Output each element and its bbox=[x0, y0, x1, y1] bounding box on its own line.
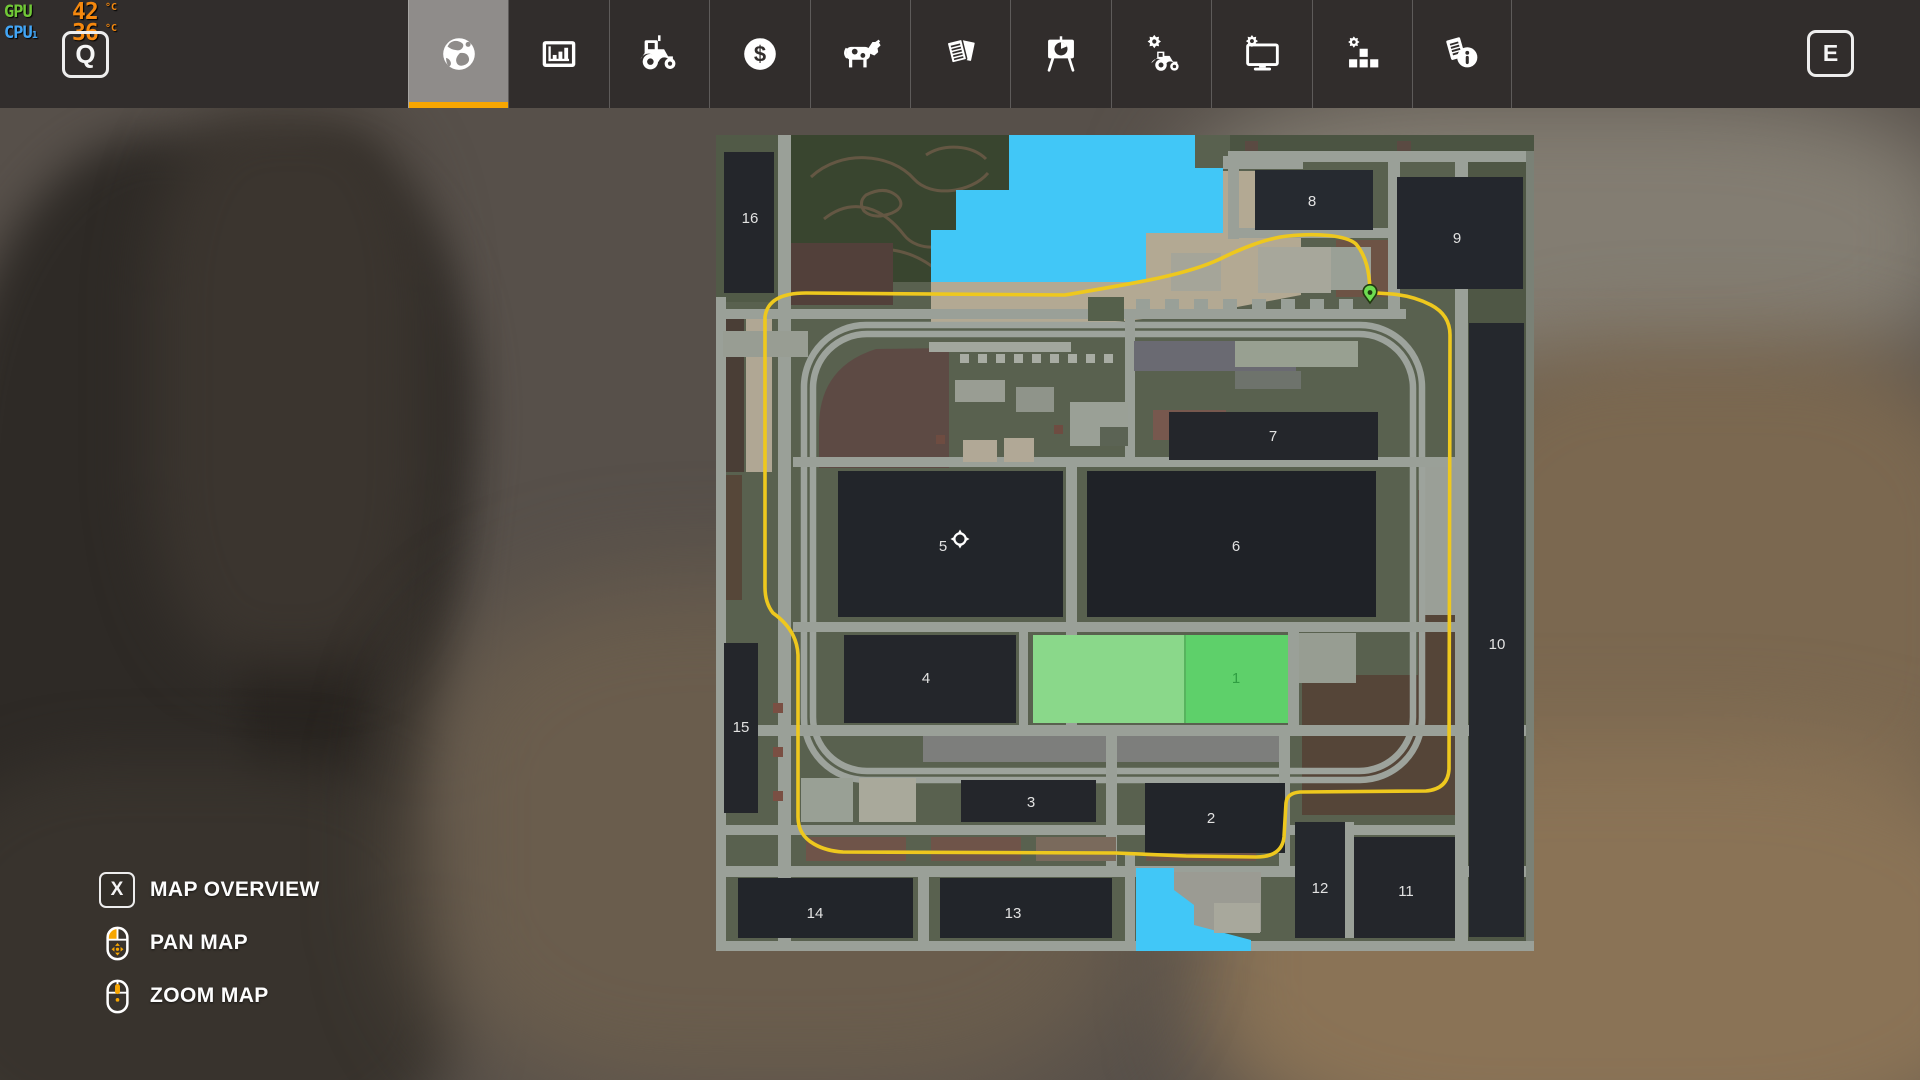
bottom-pond-area bbox=[1136, 868, 1261, 951]
legend-pan-map: PAN MAP bbox=[99, 925, 320, 961]
field-number-1: 1 bbox=[1232, 670, 1240, 687]
gpu-label: GPU bbox=[4, 2, 32, 22]
field-13[interactable] bbox=[940, 878, 1112, 938]
easel-statistics-icon bbox=[1038, 31, 1084, 77]
tab-map[interactable] bbox=[408, 0, 508, 108]
field-number-13: 13 bbox=[1005, 905, 1022, 922]
bar-chart-icon bbox=[536, 31, 582, 77]
active-tab-underline bbox=[409, 102, 508, 108]
menu-tabs bbox=[408, 0, 1512, 108]
tab-contracts[interactable] bbox=[910, 0, 1010, 108]
cpu-label-sub: 1 bbox=[32, 30, 38, 41]
tab-help[interactable] bbox=[1412, 0, 1512, 108]
tab-animals[interactable] bbox=[810, 0, 910, 108]
field-number-9: 9 bbox=[1453, 230, 1461, 247]
field-number-5: 5 bbox=[939, 538, 947, 555]
tab-finances[interactable] bbox=[709, 0, 809, 108]
field-10[interactable] bbox=[1469, 323, 1524, 937]
field-number-6: 6 bbox=[1232, 538, 1240, 555]
document-info-help-icon bbox=[1439, 31, 1485, 77]
controls-legend: X MAP OVERVIEW PAN MAP ZOOM M bbox=[99, 872, 320, 1031]
mouse-zoom-icon bbox=[106, 979, 129, 1014]
field-number-3: 3 bbox=[1027, 794, 1035, 811]
key-hint-x: X bbox=[99, 872, 135, 908]
top-menu-bar: GPU 42 °C CPU1 36 °C Q E bbox=[0, 0, 1920, 108]
tab-production[interactable] bbox=[1010, 0, 1110, 108]
legend-label-map-overview: MAP OVERVIEW bbox=[150, 878, 320, 902]
legend-label-pan-map: PAN MAP bbox=[150, 931, 248, 955]
tab-game-settings[interactable] bbox=[1211, 0, 1311, 108]
field-number-2: 2 bbox=[1207, 810, 1215, 827]
legend-zoom-map: ZOOM MAP bbox=[99, 978, 320, 1014]
globe-map-icon bbox=[436, 31, 482, 77]
field-number-7: 7 bbox=[1269, 428, 1277, 445]
field-number-8: 8 bbox=[1308, 193, 1316, 210]
tab-general-settings[interactable] bbox=[1312, 0, 1412, 108]
cpu-temp-unit: °C bbox=[105, 23, 117, 34]
tab-garage[interactable] bbox=[1111, 0, 1211, 108]
dollar-finances-icon bbox=[737, 31, 783, 77]
tab-vehicles[interactable] bbox=[609, 0, 709, 108]
gpu-temp-unit: °C bbox=[105, 2, 117, 13]
contracts-papers-icon bbox=[938, 31, 984, 77]
monitor-settings-icon bbox=[1239, 31, 1285, 77]
key-hint-e: E bbox=[1807, 30, 1854, 77]
field-grass bbox=[1033, 635, 1185, 723]
field-14[interactable] bbox=[738, 878, 913, 938]
legend-label-zoom-map: ZOOM MAP bbox=[150, 984, 269, 1008]
field-number-10: 10 bbox=[1489, 636, 1506, 653]
legend-map-overview: X MAP OVERVIEW bbox=[99, 872, 320, 908]
tractor-icon bbox=[636, 31, 682, 77]
cow-animals-icon bbox=[837, 31, 883, 77]
key-hint-q: Q bbox=[62, 31, 109, 78]
field-number-16: 16 bbox=[742, 210, 759, 227]
map-overview-panel[interactable]: 16897105615413212111413 bbox=[716, 135, 1534, 951]
cpu-label: CPU bbox=[4, 23, 32, 43]
field-number-11: 11 bbox=[1398, 883, 1414, 900]
field-number-14: 14 bbox=[807, 905, 824, 922]
map-overview[interactable]: 16897105615413212111413 bbox=[716, 135, 1534, 951]
field-number-4: 4 bbox=[922, 670, 930, 687]
mouse-pan-icon bbox=[106, 926, 129, 961]
tab-charts[interactable] bbox=[508, 0, 608, 108]
tractor-gear-maintenance-icon bbox=[1138, 31, 1184, 77]
field-5[interactable] bbox=[838, 471, 1063, 617]
field-number-12: 12 bbox=[1312, 880, 1329, 897]
blocks-gear-mods-icon bbox=[1339, 31, 1385, 77]
field-number-15: 15 bbox=[733, 719, 750, 736]
